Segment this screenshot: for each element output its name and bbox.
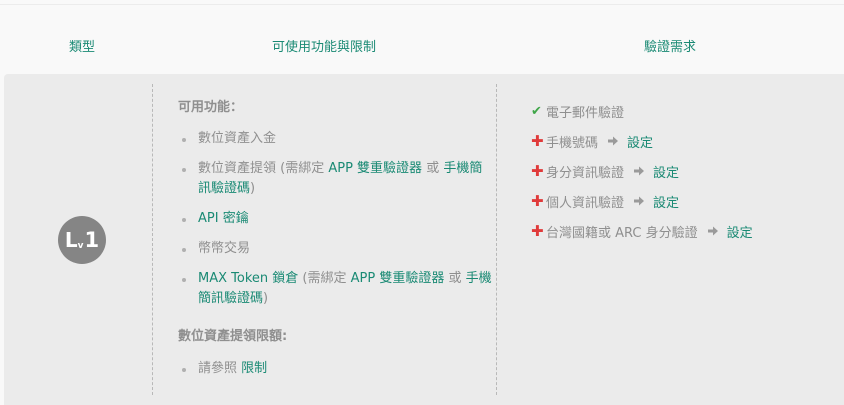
requirement-item: ✚ 手機號碼 設定 (531, 126, 753, 156)
setting-link[interactable]: 設定 (627, 132, 653, 151)
level-sub: v (77, 241, 84, 251)
header-type: 類型 (68, 40, 96, 55)
check-icon: ✔ (531, 103, 542, 119)
requirement-label: 身分資訊驗證 (546, 165, 625, 181)
plus-icon: ✚ (531, 131, 544, 150)
requirement-item: ✔ 電子郵件驗證 (531, 96, 753, 126)
feature-text: 數位資產入金 (198, 131, 277, 146)
table-header: 類型 可使用功能與限制 驗證需求 (0, 0, 844, 74)
feature-item: 數位資產提領 (需綁定 APP 雙重驗證器 或 手機簡訊驗證碼) (178, 159, 494, 199)
setting-link[interactable]: 設定 (653, 162, 679, 181)
requirement-item: ✚ 台灣國籍或 ARC 身分驗證 設定 (531, 216, 753, 246)
level-letter: L (64, 228, 78, 252)
feature-link[interactable]: 限制 (241, 361, 267, 376)
requirement-label: 電子郵件驗證 (546, 105, 625, 121)
requirement-item: ✚ 個人資訊驗證 設定 (531, 186, 753, 216)
features-title: 可用功能： (178, 100, 244, 115)
feature-item: 請參照 限制 (178, 359, 494, 379)
arrow-right-icon (707, 226, 718, 236)
column-divider-left (152, 84, 153, 395)
arrow-right-icon (634, 196, 645, 206)
plus-icon: ✚ (531, 221, 544, 240)
feature-link[interactable]: APP 雙重驗證器 (328, 161, 422, 176)
feature-text: 數位資產提領 (需綁定 (198, 161, 329, 176)
feature-item: API 密鑰 (178, 209, 494, 229)
header-features: 可使用功能與限制 (271, 40, 377, 55)
feature-text: ) (263, 291, 269, 306)
feature-link[interactable]: MAX Token 鎖倉 (198, 271, 298, 286)
feature-item: MAX Token 鎖倉 (需綁定 APP 雙重驗證器 或 手機簡訊驗證碼) (178, 269, 494, 309)
feature-text: 幣幣交易 (198, 241, 251, 256)
limit-list: 請參照 限制 (178, 359, 494, 379)
arrow-right-icon (634, 166, 645, 176)
feature-text: 請參照 (198, 361, 242, 376)
feature-link[interactable]: APP 雙重驗證器 (351, 271, 445, 286)
plus-icon: ✚ (531, 161, 544, 180)
feature-text: 或 (422, 161, 444, 176)
feature-item: 幣幣交易 (178, 239, 494, 259)
limit-title: 數位資產提領限額: (178, 329, 288, 344)
requirements-list: ✔ 電子郵件驗證 ✚ 手機號碼 設定 ✚ 身分資訊驗證 設定 ✚ 個人資訊驗證 設定 ✚ 台灣國籍或 A… (531, 96, 753, 246)
level-number: 1 (84, 227, 100, 252)
column-divider-right (496, 84, 497, 395)
feature-link[interactable]: API 密鑰 (198, 211, 249, 226)
plus-icon: ✚ (531, 191, 544, 210)
setting-link[interactable]: 設定 (727, 222, 753, 241)
feature-item: 數位資產入金 (178, 129, 494, 149)
level-badge: Lv1 (58, 216, 106, 264)
header-requirements: 驗證需求 (643, 40, 697, 55)
arrow-right-icon (608, 136, 619, 146)
requirement-label: 台灣國籍或 ARC 身分驗證 (546, 225, 698, 241)
feature-text: 或 (444, 271, 466, 286)
feature-text: ) (250, 181, 256, 196)
feature-text: (需綁定 (298, 271, 351, 286)
features-list: 數位資產入金 數位資產提領 (需綁定 APP 雙重驗證器 或 手機簡訊驗證碼) AP… (178, 129, 494, 309)
requirement-label: 個人資訊驗證 (546, 195, 625, 211)
setting-link[interactable]: 設定 (653, 192, 679, 211)
requirement-label: 手機號碼 (546, 135, 599, 151)
requirement-item: ✚ 身分資訊驗證 設定 (531, 156, 753, 186)
